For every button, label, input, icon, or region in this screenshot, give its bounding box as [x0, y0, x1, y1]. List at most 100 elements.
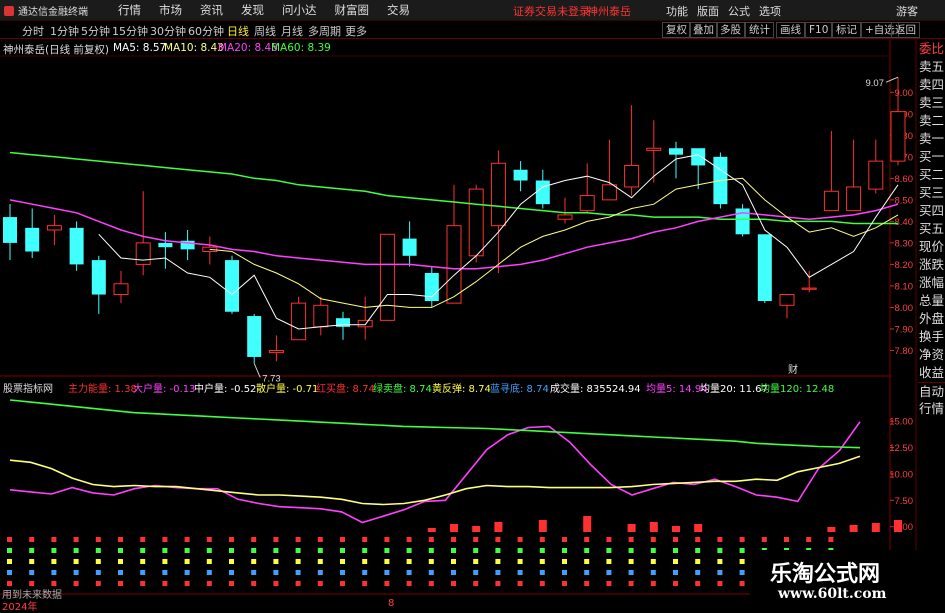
signal-square: [95, 537, 101, 542]
function-menu[interactable]: 功能: [666, 3, 688, 19]
sidebar-item[interactable]: 外盘: [918, 310, 945, 328]
options-menu[interactable]: 选项: [759, 3, 781, 19]
menu-item-discover[interactable]: 发现: [241, 2, 264, 18]
candle-body: [158, 242, 173, 248]
sidebar-item[interactable]: 卖四: [918, 76, 945, 94]
tab-5min[interactable]: 5分钟: [81, 23, 110, 39]
signal-square: [340, 581, 345, 586]
signal-square: [51, 559, 57, 564]
sidebar-item[interactable]: 卖一: [918, 130, 945, 148]
candle-body: [669, 148, 683, 155]
signal-square: [273, 537, 279, 542]
sidebar-item[interactable]: 买四: [918, 202, 945, 220]
signal-square: [384, 559, 390, 564]
signal-square: [495, 548, 501, 553]
f10-button[interactable]: F10: [805, 22, 833, 38]
energy-bar: [672, 526, 680, 532]
candle-body: [468, 188, 484, 257]
sidebar-item[interactable]: 买三: [918, 184, 945, 202]
sidebar-item[interactable]: 换手: [918, 328, 945, 346]
signal-square: [739, 581, 745, 586]
signal-square: [650, 570, 656, 575]
high-pointer: [885, 76, 899, 83]
signal-square: [695, 537, 701, 542]
sidebar-item[interactable]: 净资: [918, 346, 945, 364]
signal-square: [428, 570, 434, 575]
candle-body: [890, 111, 906, 162]
candle-body: [46, 225, 62, 231]
back-button[interactable]: 返回: [891, 22, 920, 38]
kline-chart[interactable]: 7.807.908.008.108.208.308.408.508.608.70…: [0, 0, 945, 609]
tab-30min[interactable]: 30分钟: [150, 23, 186, 39]
indicator-value: 成交量: 835524.94: [550, 384, 641, 395]
signal-square: [162, 537, 168, 542]
sidebar-item[interactable]: 涨跌: [918, 256, 945, 274]
tab-intraday[interactable]: 分时: [22, 23, 44, 39]
sidebar-item[interactable]: 收益: [918, 364, 945, 382]
login-status[interactable]: 证券交易未登录: [513, 3, 590, 19]
menu-item-ask[interactable]: 问小达: [282, 2, 317, 18]
menu-item-news[interactable]: 资讯: [200, 2, 223, 18]
signal-square: [539, 570, 545, 575]
tab-15min[interactable]: 15分钟: [112, 23, 148, 39]
menu-item-quote[interactable]: 行情: [118, 2, 141, 18]
signal-square: [95, 548, 101, 553]
signal-square: [673, 581, 678, 586]
signal-square: [118, 548, 123, 553]
indicator-series-line: [9, 455, 861, 506]
tab-more[interactable]: 更多: [345, 23, 367, 39]
energy-bar: [583, 516, 592, 532]
menu-item-wealth[interactable]: 财富圈: [335, 2, 370, 18]
signal-square: [73, 559, 79, 564]
signal-square: [140, 570, 146, 575]
multi-stock-button[interactable]: 多股: [716, 22, 745, 38]
signal-square: [362, 537, 368, 542]
guest-user[interactable]: 游客: [896, 3, 918, 19]
sidebar-item[interactable]: 委比: [918, 40, 945, 58]
tab-1min[interactable]: 1分钟: [50, 23, 79, 39]
mark-button[interactable]: 标记: [832, 22, 861, 38]
formula-menu[interactable]: 公式: [728, 3, 750, 19]
energy-bar: [649, 522, 658, 532]
tab-monthly[interactable]: 月线: [281, 23, 303, 39]
finance-marker[interactable]: 财: [788, 361, 798, 376]
signal-square: [539, 559, 545, 564]
signal-square: [340, 537, 345, 542]
sidebar-item[interactable]: 买二: [918, 166, 945, 184]
sidebar-item[interactable]: 卖二: [918, 112, 945, 130]
sidebar-item[interactable]: 总量: [918, 292, 945, 310]
low-pointer: [253, 363, 261, 378]
candle-body: [402, 238, 417, 256]
indicator-series-line: [9, 421, 861, 524]
signal-square: [184, 581, 190, 586]
sidebar-auto[interactable]: 自动: [918, 382, 945, 400]
stats-button[interactable]: 统计: [745, 22, 774, 38]
menu-item-trade[interactable]: 交易: [387, 2, 410, 18]
tab-60min[interactable]: 60分钟: [188, 23, 224, 39]
candle-body: [446, 225, 462, 304]
signal-square: [584, 559, 590, 564]
menu-item-market[interactable]: 市场: [159, 2, 182, 18]
sidebar-item[interactable]: 现价: [918, 238, 945, 256]
draw-line-button[interactable]: 画线: [776, 22, 805, 38]
sidebar-quote[interactable]: 行情: [918, 400, 945, 418]
signal-square: [428, 559, 434, 564]
restore-right-button[interactable]: 复权: [662, 22, 691, 38]
layout-menu[interactable]: 版面: [697, 3, 719, 19]
sidebar-item[interactable]: 卖三: [918, 94, 945, 112]
signal-square: [428, 581, 434, 586]
tab-multi-period[interactable]: 多周期: [308, 23, 341, 39]
sidebar-item[interactable]: 买五: [918, 220, 945, 238]
energy-bar: [871, 523, 880, 532]
signal-square: [206, 559, 212, 564]
ma10-line: [209, 177, 899, 308]
sidebar-item[interactable]: 卖五: [918, 58, 945, 76]
sidebar-item[interactable]: 买一: [918, 148, 945, 166]
tab-weekly[interactable]: 周线: [254, 23, 276, 39]
signal-square: [362, 559, 368, 564]
indicator-series-line: [9, 399, 861, 449]
price-tick-label: 8.40: [895, 217, 914, 228]
sidebar-item[interactable]: 涨幅: [918, 274, 945, 292]
overlay-button[interactable]: 叠加: [689, 22, 718, 38]
tab-daily[interactable]: 日线: [227, 23, 249, 39]
